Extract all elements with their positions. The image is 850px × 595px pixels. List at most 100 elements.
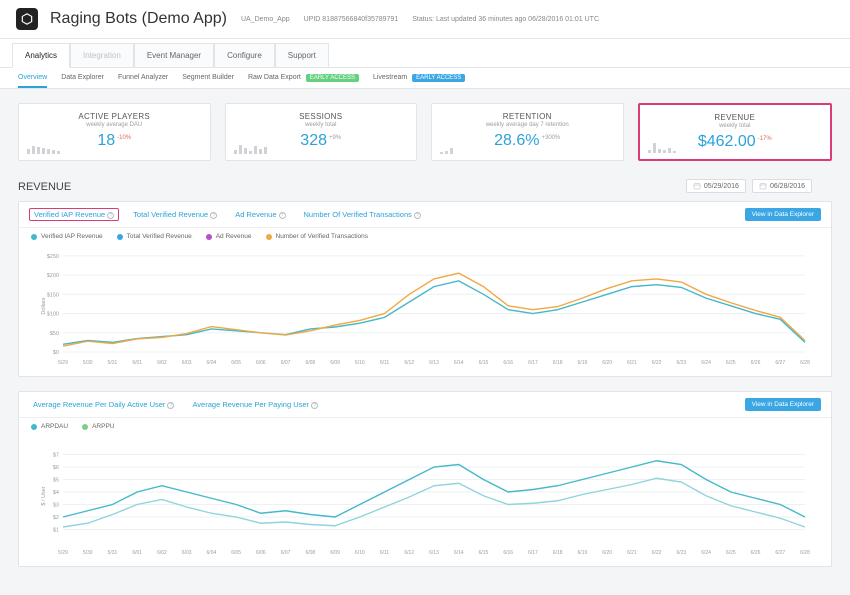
svg-text:6/21: 6/21 — [627, 550, 637, 556]
legend-item[interactable]: Verified IAP Revenue — [31, 233, 103, 240]
mtab-arppu[interactable]: Average Revenue Per Paying User? — [188, 398, 322, 411]
subtab-segment[interactable]: Segment Builder — [182, 74, 234, 88]
legend-item[interactable]: ARPDAU — [31, 423, 68, 430]
unity-cube-icon — [20, 12, 34, 26]
svg-text:6/13: 6/13 — [429, 360, 439, 366]
svg-text:$4: $4 — [53, 490, 59, 496]
svg-text:6/09: 6/09 — [330, 360, 340, 366]
tab-configure[interactable]: Configure — [214, 43, 275, 67]
view-in-data-explorer-button[interactable]: View in Data Explorer — [745, 398, 821, 411]
arpu-chart: $1$2$3$4$5$6$75/295/305/316/016/026/036/… — [31, 436, 819, 556]
chart-container: $0$50$100$150$200$2505/295/305/316/016/0… — [19, 240, 831, 376]
svg-text:6/18: 6/18 — [553, 360, 563, 366]
card-sessions[interactable]: SESSIONS weekly total 328+9% — [225, 103, 418, 161]
svg-text:$150: $150 — [47, 292, 59, 298]
svg-text:$0: $0 — [53, 350, 59, 356]
svg-text:6/24: 6/24 — [701, 550, 711, 556]
card-sub: weekly average DAU — [29, 122, 200, 128]
card-revenue[interactable]: REVENUE weekly total $462.00-17% — [638, 103, 833, 161]
card-retention[interactable]: RETENTION weekly average day 7 retention… — [431, 103, 624, 161]
content: ACTIVE PLAYERS weekly average DAU 18-10%… — [0, 89, 850, 595]
svg-text:6/19: 6/19 — [578, 360, 588, 366]
subtab-data-explorer[interactable]: Data Explorer — [61, 74, 104, 88]
card-title: RETENTION — [442, 112, 613, 121]
svg-text:6/27: 6/27 — [775, 360, 785, 366]
card-value: 18-10% — [97, 132, 131, 150]
tab-analytics[interactable]: Analytics — [12, 43, 70, 68]
date-from[interactable]: 05/29/2016 — [686, 179, 746, 193]
panel-revenue-breakdown: Verified IAP Revenue? Total Verified Rev… — [18, 201, 832, 377]
svg-text:6/12: 6/12 — [404, 360, 414, 366]
svg-text:6/19: 6/19 — [578, 550, 588, 556]
svg-text:6/26: 6/26 — [751, 360, 761, 366]
mtab-num-tx[interactable]: Number Of Verified Transactions? — [300, 208, 425, 221]
date-to[interactable]: 06/28/2016 — [752, 179, 812, 193]
svg-text:6/22: 6/22 — [652, 550, 662, 556]
svg-text:6/03: 6/03 — [182, 360, 192, 366]
legend-item[interactable]: Total Verified Revenue — [117, 233, 192, 240]
info-icon[interactable]: ? — [311, 402, 318, 409]
info-icon[interactable]: ? — [107, 212, 114, 219]
tab-integration[interactable]: Integration — [70, 43, 134, 67]
subtab-raw-export[interactable]: Raw Data Export EARLY ACCESS — [248, 74, 359, 88]
mtab-total-verified[interactable]: Total Verified Revenue? — [129, 208, 221, 221]
info-icon[interactable]: ? — [210, 212, 217, 219]
card-title: REVENUE — [650, 113, 821, 122]
svg-text:5/30: 5/30 — [83, 360, 93, 366]
legend-item[interactable]: ARPPU — [82, 423, 114, 430]
svg-text:5/30: 5/30 — [83, 550, 93, 556]
tab-event-manager[interactable]: Event Manager — [134, 43, 214, 67]
svg-text:6/23: 6/23 — [676, 360, 686, 366]
svg-text:6/15: 6/15 — [479, 550, 489, 556]
status-text: Status: Last updated 36 minutes ago 06/2… — [412, 16, 599, 23]
legend-item[interactable]: Number of Verified Transactions — [266, 233, 369, 240]
chart-legend: Verified IAP Revenue Total Verified Reve… — [19, 228, 831, 240]
svg-text:$2: $2 — [53, 515, 59, 521]
svg-text:6/02: 6/02 — [157, 360, 167, 366]
svg-text:6/20: 6/20 — [602, 360, 612, 366]
subtab-livestream-label: Livestream — [373, 74, 407, 81]
info-icon[interactable]: ? — [167, 402, 174, 409]
mtab-arpdau[interactable]: Average Revenue Per Daily Active User? — [29, 398, 178, 411]
app-title: Raging Bots (Demo App) — [50, 10, 227, 28]
card-sub: weekly average day 7 retention — [442, 122, 613, 128]
sparkline — [440, 148, 453, 154]
subtab-funnel[interactable]: Funnel Analyzer — [118, 74, 168, 88]
svg-text:6/01: 6/01 — [132, 360, 142, 366]
svg-text:$6: $6 — [53, 465, 59, 471]
svg-text:6/04: 6/04 — [207, 360, 217, 366]
card-title: ACTIVE PLAYERS — [29, 112, 200, 121]
mtab-verified-iap[interactable]: Verified IAP Revenue? — [29, 208, 119, 221]
mtab-ad-revenue[interactable]: Ad Revenue? — [231, 208, 289, 221]
svg-text:6/08: 6/08 — [305, 360, 315, 366]
svg-text:6/16: 6/16 — [503, 360, 513, 366]
svg-text:6/05: 6/05 — [231, 360, 241, 366]
svg-text:$1: $1 — [53, 528, 59, 534]
kpi-cards: ACTIVE PLAYERS weekly average DAU 18-10%… — [18, 103, 832, 161]
card-delta: +9% — [329, 135, 341, 141]
sparkline — [234, 145, 267, 154]
svg-text:5/31: 5/31 — [108, 360, 118, 366]
svg-text:6/02: 6/02 — [157, 550, 167, 556]
card-value: 28.6%+300% — [494, 132, 560, 150]
svg-text:6/24: 6/24 — [701, 360, 711, 366]
info-icon[interactable]: ? — [414, 212, 421, 219]
svg-text:6/16: 6/16 — [503, 550, 513, 556]
svg-text:6/28: 6/28 — [800, 550, 810, 556]
unity-logo — [16, 8, 38, 30]
svg-text:$ / User: $ / User — [41, 486, 47, 505]
calendar-icon — [693, 182, 701, 190]
svg-text:6/09: 6/09 — [330, 550, 340, 556]
subtab-raw-label: Raw Data Export — [248, 74, 301, 81]
legend-item[interactable]: Ad Revenue — [206, 233, 252, 240]
view-in-data-explorer-button[interactable]: View in Data Explorer — [745, 208, 821, 221]
subtab-overview[interactable]: Overview — [18, 74, 47, 88]
project-label: UA_Demo_App — [241, 16, 290, 23]
tab-support[interactable]: Support — [275, 43, 329, 67]
info-icon[interactable]: ? — [279, 212, 286, 219]
subtab-livestream[interactable]: Livestream EARLY ACCESS — [373, 74, 465, 88]
svg-text:6/11: 6/11 — [380, 550, 390, 556]
card-active-players[interactable]: ACTIVE PLAYERS weekly average DAU 18-10% — [18, 103, 211, 161]
svg-text:6/03: 6/03 — [182, 550, 192, 556]
svg-text:6/15: 6/15 — [479, 360, 489, 366]
